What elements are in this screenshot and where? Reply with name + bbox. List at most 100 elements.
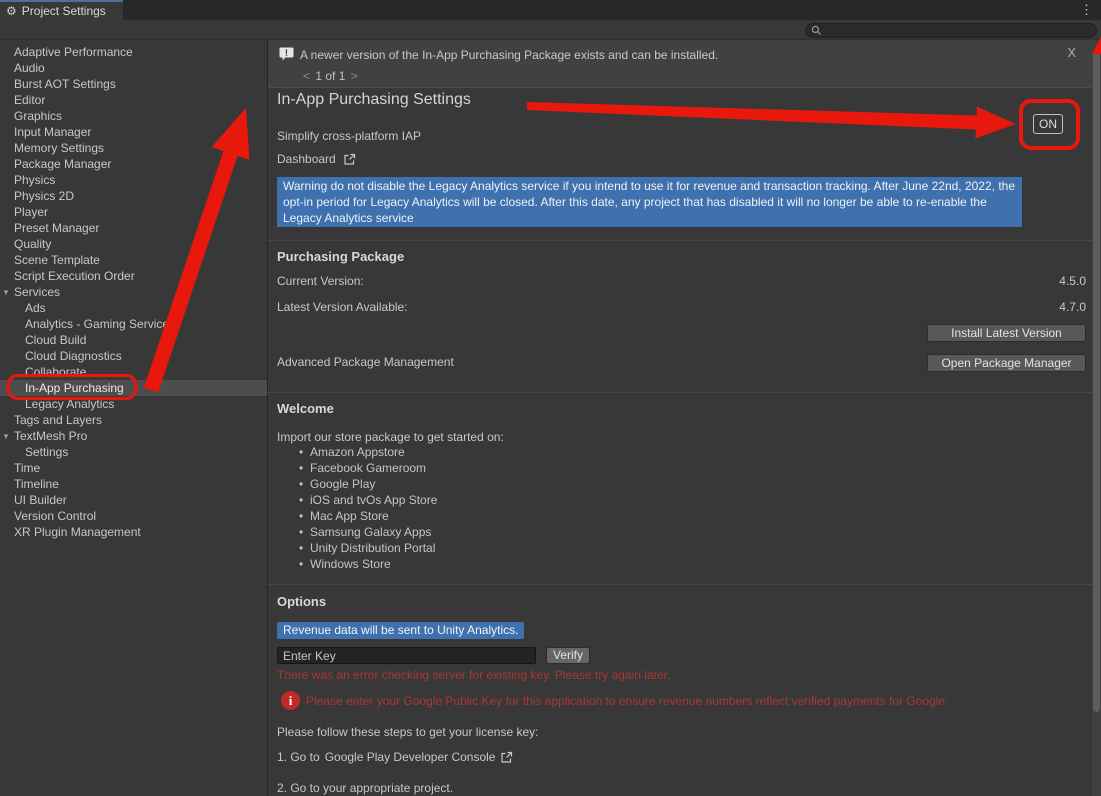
sidebar-item-label: Analytics - Gaming Services [25, 317, 175, 331]
sidebar-item-label: Time [14, 461, 40, 475]
pager-count: 1 of 1 [315, 69, 345, 83]
sidebar-item[interactable]: ▼ Cloud Diagnostics [0, 348, 267, 364]
sidebar-item[interactable]: ▼ Settings [0, 444, 267, 460]
sidebar-item-label: Services [14, 285, 60, 299]
pager-prev-icon[interactable]: < [301, 69, 312, 83]
notification-pager: < 1 of 1 > [301, 69, 360, 83]
advanced-package-management-label: Advanced Package Management [277, 355, 454, 369]
sidebar-item[interactable]: ▼ Collaborate [0, 364, 267, 380]
sidebar-item[interactable]: ▼ UI Builder [0, 492, 267, 508]
service-toggle-on-button[interactable]: ON [1033, 114, 1063, 134]
sidebar-item-label: Editor [14, 93, 45, 107]
sidebar-item[interactable]: ▼ Tags and Layers [0, 412, 267, 428]
sidebar-item-label: Physics 2D [14, 189, 74, 203]
pager-next-icon[interactable]: > [349, 69, 360, 83]
current-version-value: 4.5.0 [1059, 274, 1086, 288]
sidebar-item-label: Quality [14, 237, 51, 251]
sidebar-item-label: Settings [25, 445, 68, 459]
sidebar-item[interactable]: ▼ Quality [0, 236, 267, 252]
license-step-1: 1. Go to Google Play Developer Console [277, 750, 513, 764]
license-steps-intro: Please follow these steps to get your li… [277, 725, 538, 739]
sidebar-item[interactable]: ▼ Physics 2D [0, 188, 267, 204]
sidebar-item-label: Physics [14, 173, 55, 187]
google-play-console-link[interactable]: Google Play Developer Console [325, 750, 496, 764]
sidebar-item-label: Adaptive Performance [14, 45, 133, 59]
store-list-item: Unity Distribution Portal [299, 540, 437, 556]
sidebar-item[interactable]: ▼ Scene Template [0, 252, 267, 268]
tab-title: Project Settings [22, 4, 106, 18]
sidebar-item[interactable]: ▼ Ads [0, 300, 267, 316]
sidebar-item[interactable]: ▼ Memory Settings [0, 140, 267, 156]
sidebar-item-label: Cloud Build [25, 333, 86, 347]
sidebar-item[interactable]: ▼ Time [0, 460, 267, 476]
verify-button[interactable]: Verify [546, 647, 590, 664]
page-title: In-App Purchasing Settings [277, 91, 471, 109]
sidebar-item[interactable]: ▼ Analytics - Gaming Services [0, 316, 267, 332]
search-input[interactable] [825, 25, 1087, 37]
options-title: Options [277, 594, 326, 609]
sidebar-item[interactable]: ▼ Preset Manager [0, 220, 267, 236]
current-version-label: Current Version: [277, 274, 364, 288]
legacy-analytics-warning: Warning do not disable the Legacy Analyt… [277, 177, 1022, 227]
search-box[interactable] [805, 23, 1097, 38]
expander-triangle-icon[interactable]: ▼ [2, 285, 10, 301]
sidebar-item-label: TextMesh Pro [14, 429, 87, 443]
sidebar-item-label: Version Control [14, 509, 96, 523]
error-info-icon: i [281, 691, 300, 710]
step1-prefix: 1. Go to [277, 750, 320, 764]
sidebar-item[interactable]: ▼ Package Manager [0, 156, 267, 172]
tab-project-settings[interactable]: ⚙ Project Settings [0, 0, 123, 20]
sidebar-item-label: Scene Template [14, 253, 100, 267]
service-subtitle: Simplify cross-platform IAP [277, 129, 421, 143]
install-latest-version-button[interactable]: Install Latest Version [927, 324, 1086, 342]
sidebar-item[interactable]: ▼ Player [0, 204, 267, 220]
store-list-item: iOS and tvOs App Store [299, 492, 437, 508]
sidebar-item[interactable]: ▼ Audio [0, 60, 267, 76]
sidebar-item-label: Audio [14, 61, 45, 75]
sidebar-item[interactable]: ▼ Timeline [0, 476, 267, 492]
expander-triangle-icon[interactable]: ▼ [2, 429, 10, 445]
sidebar-item[interactable]: ▼ Cloud Build [0, 332, 267, 348]
store-list-item: Google Play [299, 476, 437, 492]
external-link-icon [343, 153, 356, 166]
sidebar-item[interactable]: ▼ Services [0, 284, 267, 300]
sidebar-item[interactable]: ▼ In-App Purchasing [0, 380, 267, 396]
latest-version-value: 4.7.0 [1059, 300, 1086, 314]
section-divider [267, 392, 1092, 393]
sidebar-item[interactable]: ▼ Physics [0, 172, 267, 188]
dashboard-link[interactable]: Dashboard [277, 152, 356, 166]
sidebar-item[interactable]: ▼ Adaptive Performance [0, 44, 267, 60]
close-icon[interactable]: X [1067, 45, 1076, 60]
store-list: Amazon Appstore Facebook Gameroom Google… [299, 444, 437, 572]
kebab-menu-icon[interactable]: ⋮ [1080, 2, 1093, 18]
sidebar-item-label: Tags and Layers [14, 413, 102, 427]
section-divider [267, 584, 1092, 585]
sidebar-item-label: Ads [25, 301, 46, 315]
notification-message: A newer version of the In-App Purchasing… [300, 48, 718, 62]
latest-version-label: Latest Version Available: [277, 300, 408, 314]
window-tab-bar: ⚙ Project Settings ⋮ [0, 0, 1101, 20]
sidebar-item-label: Input Manager [14, 125, 91, 139]
sidebar-item[interactable]: ▼ Script Execution Order [0, 268, 267, 284]
alert-bubble-icon: ! [278, 46, 295, 68]
sidebar-item-label: Graphics [14, 109, 62, 123]
license-step-2: 2. Go to your appropriate project. [277, 781, 453, 795]
sidebar-item[interactable]: ▼ Input Manager [0, 124, 267, 140]
sidebar-item-label: Script Execution Order [14, 269, 135, 283]
sidebar-item[interactable]: ▼ Legacy Analytics [0, 396, 267, 412]
revenue-notice-badge: Revenue data will be sent to Unity Analy… [277, 622, 524, 639]
open-package-manager-button[interactable]: Open Package Manager [927, 354, 1086, 372]
search-icon [811, 25, 822, 36]
vertical-scrollbar-thumb[interactable] [1093, 50, 1100, 712]
sidebar-item[interactable]: ▼ Editor [0, 92, 267, 108]
sidebar-item[interactable]: ▼ XR Plugin Management [0, 524, 267, 540]
sidebar-item[interactable]: ▼ Version Control [0, 508, 267, 524]
sidebar-item-label: Preset Manager [14, 221, 99, 235]
license-key-input[interactable] [277, 647, 536, 664]
sidebar-item[interactable]: ▼ Burst AOT Settings [0, 76, 267, 92]
sidebar-item[interactable]: ▼ Graphics [0, 108, 267, 124]
store-list-item: Amazon Appstore [299, 444, 437, 460]
sidebar-item-label: Timeline [14, 477, 59, 491]
sidebar-item-label: Cloud Diagnostics [25, 349, 122, 363]
sidebar-item[interactable]: ▼ TextMesh Pro [0, 428, 267, 444]
